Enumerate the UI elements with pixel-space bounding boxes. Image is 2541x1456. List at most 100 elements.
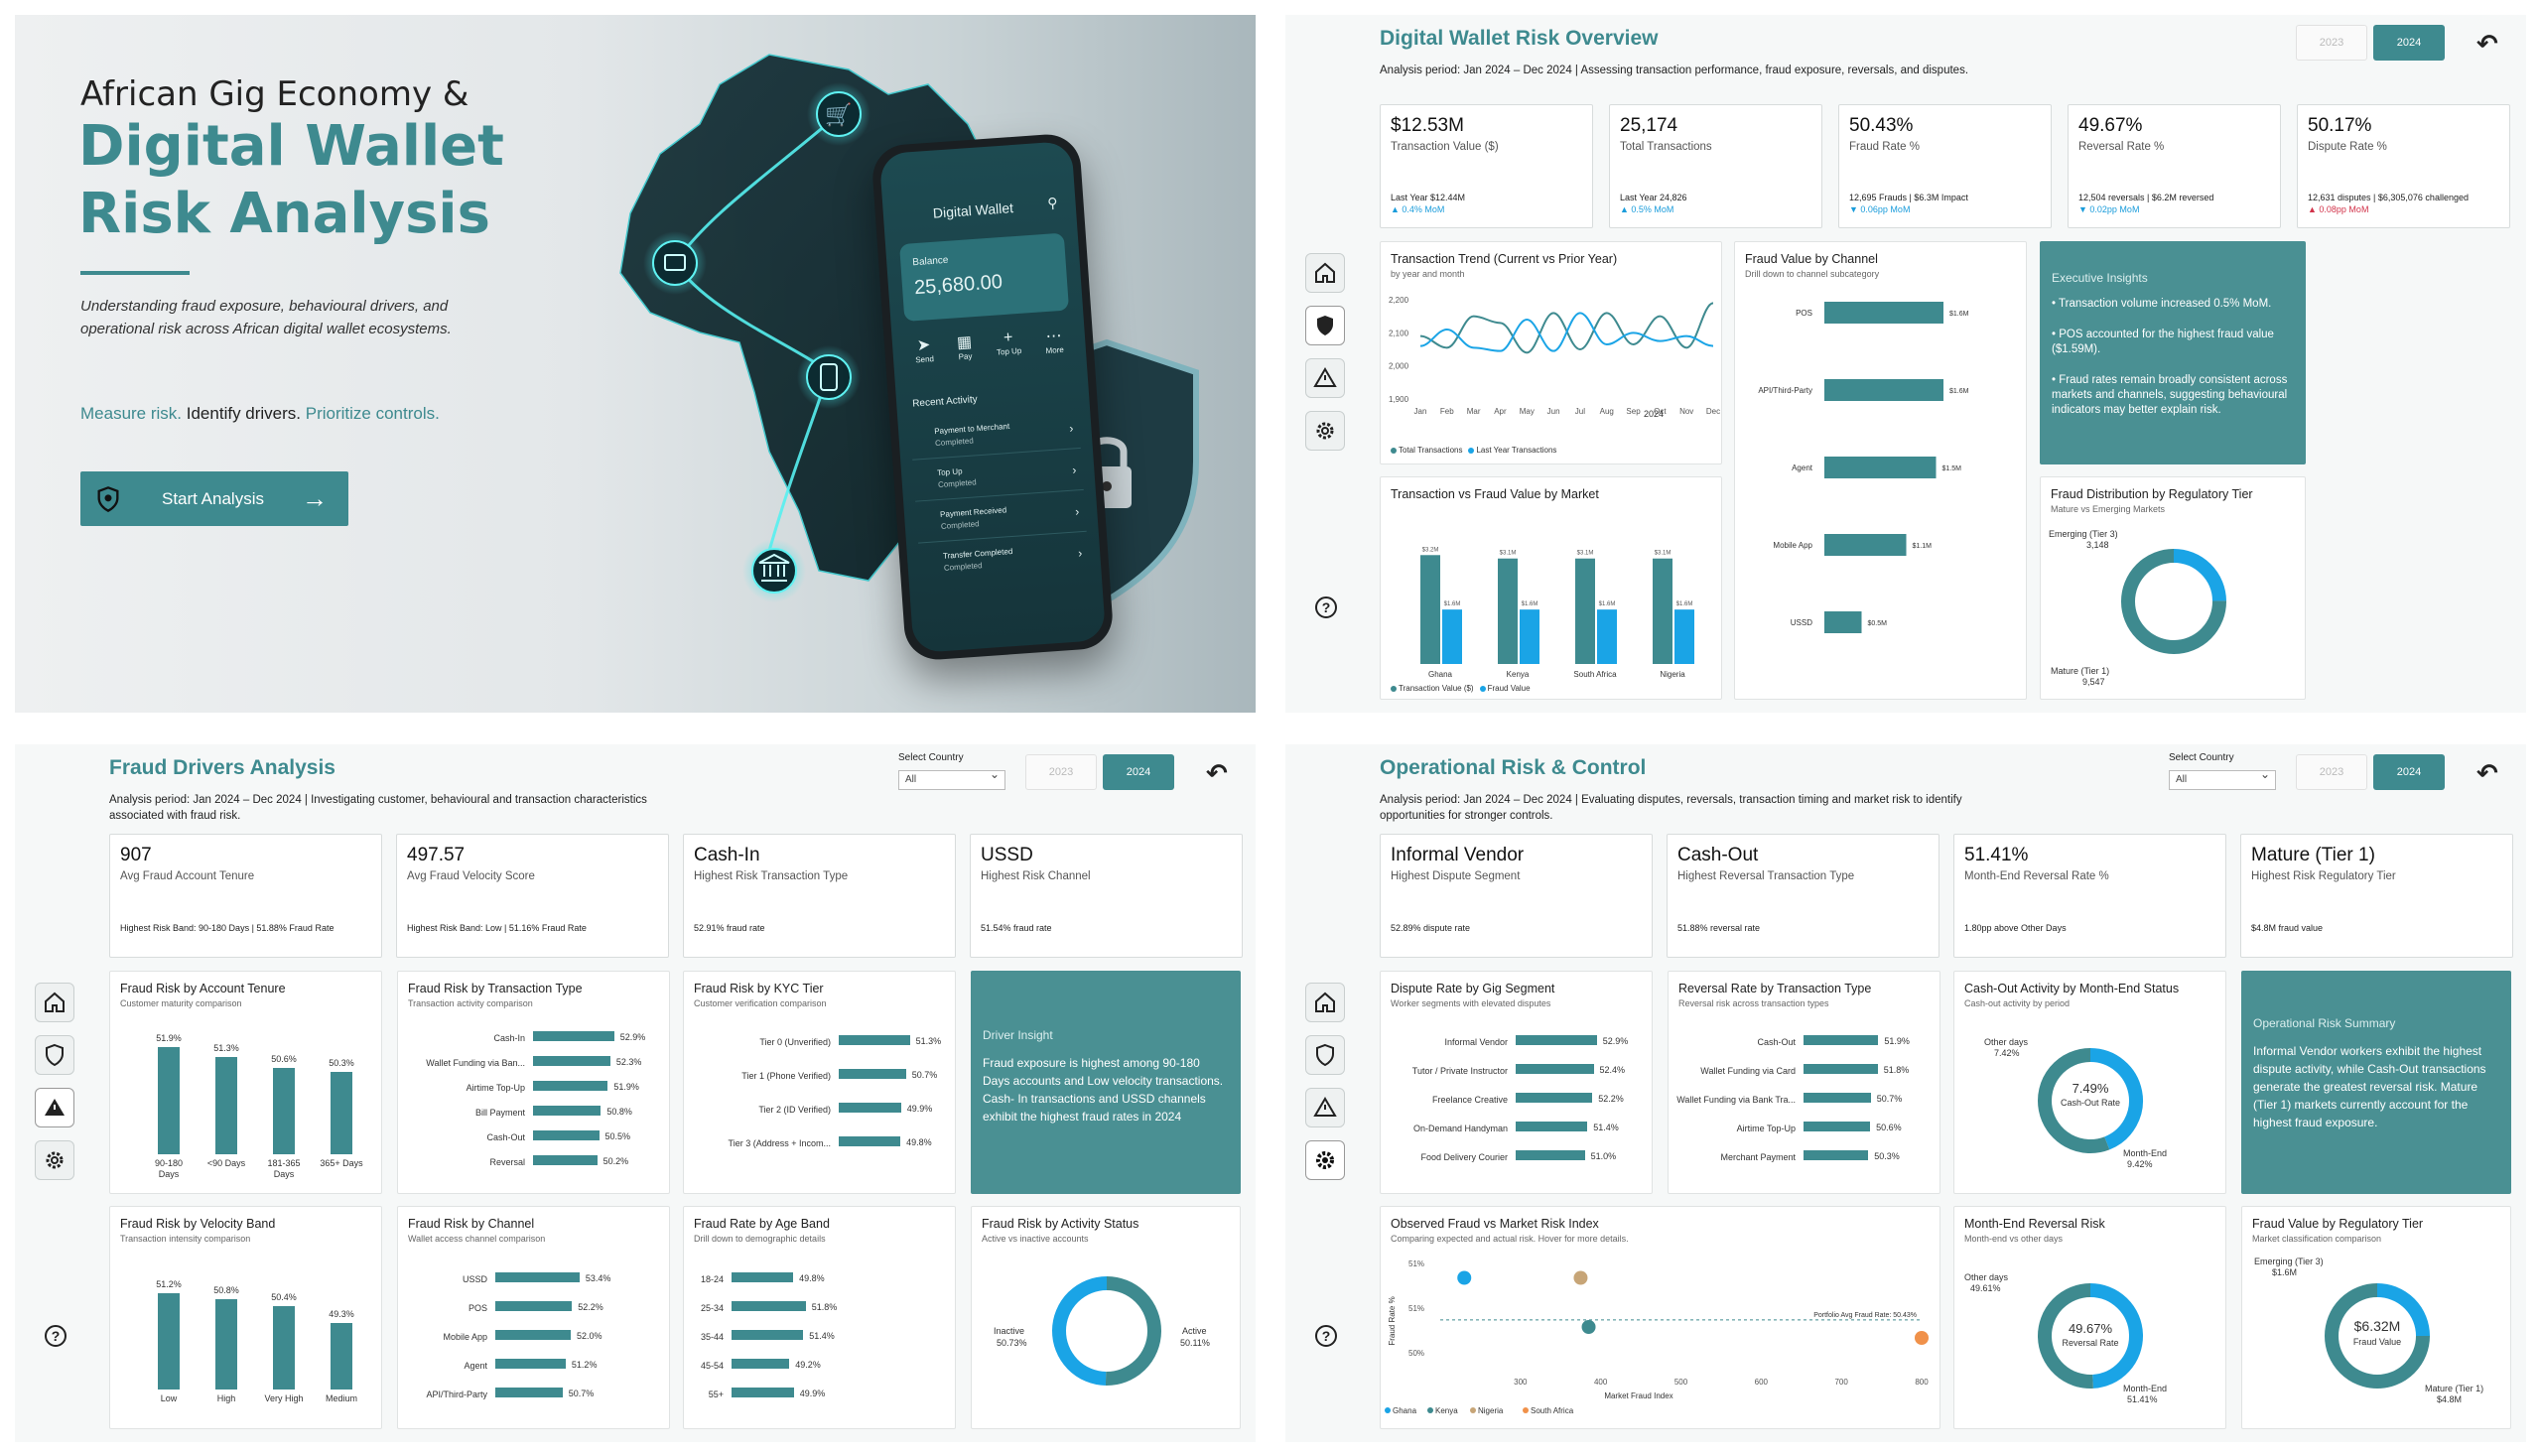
card-subtitle: Transaction activity comparison	[408, 998, 533, 1008]
x-tick-label: 600	[1755, 1378, 1769, 1387]
market-chart-card: Transaction vs Fraud Value by Market $3.…	[1380, 476, 1722, 700]
kpi-label: Dispute Rate %	[2308, 141, 2387, 153]
legend-marker	[1427, 1407, 1433, 1413]
donut-center-label: Reversal Rate	[2062, 1338, 2119, 1348]
pay-action[interactable]: ▦ Pay	[956, 331, 975, 382]
kpi-note: 52.91% fraud rate	[694, 923, 765, 933]
card-subtitle: Month-end vs other days	[1964, 1234, 2064, 1244]
balance-value: 25,680.00	[913, 271, 1003, 300]
page-subtitle: Analysis period: Jan 2024 – Dec 2024 | A…	[1380, 65, 1969, 76]
driver-insight-card: Driver Insight Fraud exposure is highest…	[971, 971, 1241, 1194]
balance-card: Balance 25,680.00	[899, 232, 1070, 322]
legend-label: Ghana	[1393, 1406, 1417, 1415]
home-icon[interactable]	[1305, 983, 1345, 1022]
help-icon[interactable]: ?	[45, 1325, 67, 1347]
back-icon[interactable]: ↶	[2476, 758, 2498, 789]
year-2024-button[interactable]: 2024	[2373, 754, 2445, 790]
legend-marker	[1470, 1407, 1476, 1413]
horizontal-bar	[1804, 1064, 1878, 1074]
operational-summary-card: Operational Risk Summary Informal Vendor…	[2241, 971, 2511, 1194]
warning-icon[interactable]	[1305, 1088, 1345, 1127]
shield-icon[interactable]	[1305, 306, 1345, 345]
activity-status: Completed	[937, 477, 977, 490]
gear-icon[interactable]	[1305, 411, 1345, 451]
back-icon[interactable]: ↶	[1206, 758, 1228, 789]
category-label: Wallet Funding via Bank Tra...	[1676, 1095, 1796, 1105]
home-icon[interactable]	[35, 983, 74, 1022]
send-action[interactable]: ➤ Send	[914, 334, 936, 385]
year-2023-button[interactable]: 2023	[2296, 754, 2367, 790]
page-title: Operational Risk & Control	[1380, 756, 1647, 779]
summary-text: Informal Vendor workers exhibit the high…	[2253, 1044, 2486, 1129]
market-bar	[1498, 558, 1518, 664]
more-action[interactable]: ⋯ More	[1044, 326, 1066, 376]
horizontal-bar	[495, 1301, 573, 1311]
kpi-label: Highest Risk Transaction Type	[694, 870, 849, 882]
x-tick-label: 90-180 Days	[154, 1158, 184, 1179]
bar-data-label: 51.4%	[1593, 1123, 1619, 1132]
year-2024-button[interactable]: 2024	[2373, 25, 2445, 61]
kpi-label: Avg Fraud Velocity Score	[407, 870, 535, 882]
page-subtitle: Analysis period: Jan 2024 – Dec 2024 | I…	[109, 794, 647, 822]
year-2024-button[interactable]: 2024	[1103, 754, 1174, 790]
other-days-value: 7.42%	[1994, 1048, 2020, 1058]
topup-action[interactable]: + Top Up	[995, 329, 1023, 380]
kpi-value: Cash-Out	[1677, 845, 1759, 865]
scatter-point	[1581, 1320, 1596, 1334]
kpi-card: Informal Vendor Highest Dispute Segment 52…	[1380, 834, 1653, 958]
warning-icon[interactable]	[35, 1088, 74, 1127]
cashout-card: Cash-Out Activity by Month-End Status Cas…	[1953, 971, 2226, 1194]
horizontal-bar	[839, 1103, 901, 1113]
market-bar	[1420, 555, 1440, 664]
vertical-bar	[331, 1072, 352, 1154]
help-icon[interactable]: ?	[1315, 596, 1337, 618]
y-tick-label: 2,100	[1389, 329, 1409, 337]
horizontal-bar	[533, 1031, 614, 1041]
x-tick-label: Apr	[1494, 407, 1507, 416]
kpi-value: 50.43%	[1849, 115, 1914, 136]
bar-row: Tier 2 (ID Verified) 49.9%	[684, 1101, 957, 1121]
other-days-value: 49.61%	[1970, 1283, 2001, 1293]
shield-icon[interactable]	[35, 1035, 74, 1075]
bar-data-label: 52.3%	[615, 1057, 642, 1067]
bar-data-label: $3.1M	[1655, 551, 1672, 557]
category-label: Cash-Out	[1757, 1037, 1796, 1047]
gear-icon[interactable]	[1305, 1140, 1345, 1180]
year-2023-button[interactable]: 2023	[2296, 25, 2367, 61]
home-icon[interactable]	[1305, 253, 1345, 293]
warning-icon[interactable]	[1305, 358, 1345, 398]
horizontal-bar	[1804, 1035, 1879, 1045]
insight-title: Driver Insight	[983, 1028, 1053, 1042]
kpi-card: USSD Highest Risk Channel 51.54% fraud rat…	[970, 834, 1243, 958]
category-label: Mobile App	[443, 1332, 487, 1342]
summary-title: Operational Risk Summary	[2253, 1016, 2396, 1030]
card-subtitle: Market classification comparison	[2252, 1234, 2382, 1244]
executive-insights-card: Executive Insights • Transaction volume …	[2040, 241, 2306, 464]
bar-data-label: 49.8%	[906, 1137, 932, 1147]
bar-row: Tier 1 (Phone Verified) 50.7%	[684, 1067, 957, 1087]
y-tick-label: 2,000	[1389, 362, 1409, 371]
kpi-change: ▼ 0.06pp MoM	[1849, 204, 1911, 214]
horizontal-bar	[839, 1136, 901, 1146]
country-select[interactable]: All	[898, 767, 1005, 790]
kpi-value: 497.57	[407, 845, 466, 865]
bar-data-label: 51.9%	[613, 1082, 639, 1092]
y-tick-label: 1,900	[1389, 395, 1409, 404]
bar-data-label: 49.8%	[799, 1273, 825, 1283]
kpi-note: 12,695 Frauds | $6.3M Impact	[1849, 193, 1968, 202]
card-title: Observed Fraud vs Market Risk Index	[1391, 1217, 1599, 1231]
gear-icon[interactable]	[35, 1140, 74, 1180]
card-title: Fraud Value by Regulatory Tier	[2252, 1217, 2424, 1231]
back-icon[interactable]: ↶	[2476, 29, 2498, 60]
year-2023-button[interactable]: 2023	[1025, 754, 1097, 790]
country-select[interactable]: All	[2169, 767, 2276, 790]
help-icon[interactable]: ?	[1315, 1325, 1337, 1347]
bar-row: Mobile App 52.0%	[398, 1328, 671, 1348]
legend-marker	[1523, 1407, 1529, 1413]
category-label: Informal Vendor	[1444, 1037, 1508, 1047]
kpi-card: 49.67% Reversal Rate % 12,504 reversals | …	[2068, 104, 2281, 228]
shield-icon[interactable]	[1305, 1035, 1345, 1075]
mature-value: 9,547	[2082, 677, 2105, 687]
x-tick-label: Feb	[1440, 407, 1454, 416]
card-title: Reversal Rate by Transaction Type	[1678, 982, 1872, 995]
